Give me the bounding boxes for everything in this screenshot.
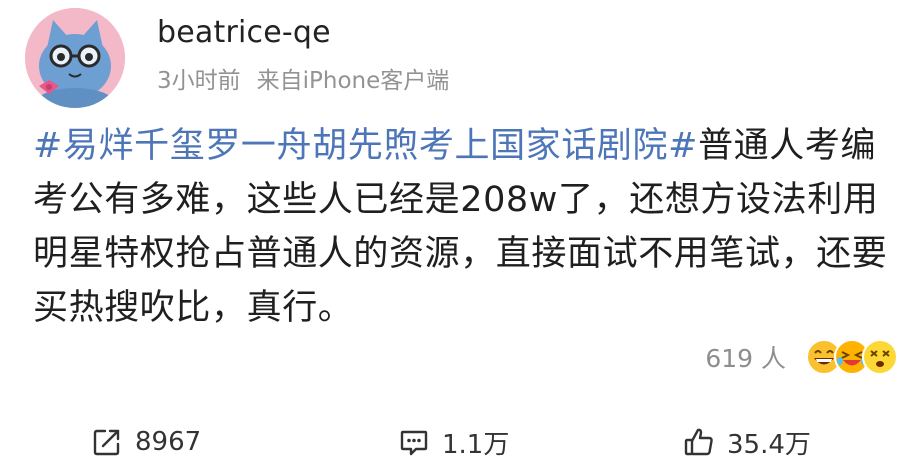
like-count: 35.4万	[727, 429, 811, 460]
repost-button[interactable]: 8967	[91, 424, 201, 460]
repost-icon	[93, 429, 120, 456]
reaction-emoji-stack	[806, 337, 898, 377]
post-time: 3小时前	[157, 68, 241, 94]
weibo-post: beatrice-qe 3小时前 来自iPhone客户端 #易烊千玺罗一舟胡先煦考…	[0, 0, 920, 464]
avatar[interactable]	[25, 8, 125, 108]
post-meta: 3小时前 来自iPhone客户端	[157, 66, 449, 96]
comment-icon	[400, 430, 428, 456]
dizzy-emoji-icon	[862, 339, 898, 375]
comment-button[interactable]: 1.1万	[398, 424, 509, 460]
repost-count: 8967	[135, 427, 202, 457]
post-content: #易烊千玺罗一舟胡先煦考上国家话剧院#普通人考编考公有多难，这些人已经是208w…	[33, 119, 893, 335]
post-source: 来自iPhone客户端	[256, 68, 450, 94]
comment-count: 1.1万	[442, 429, 510, 460]
thumbs-up-icon	[684, 428, 713, 456]
like-button[interactable]: 35.4万	[683, 424, 811, 460]
cat-avatar-icon	[25, 8, 125, 108]
topic-hashtag-link[interactable]: #易烊千玺罗一舟胡先煦考上国家话剧院#	[33, 126, 698, 166]
reactions-summary[interactable]: 619 人	[705, 337, 898, 377]
reaction-count: 619 人	[705, 344, 786, 373]
username[interactable]: beatrice-qe	[157, 14, 331, 52]
action-bar: 8967 1.1万 35.4万	[0, 418, 920, 464]
